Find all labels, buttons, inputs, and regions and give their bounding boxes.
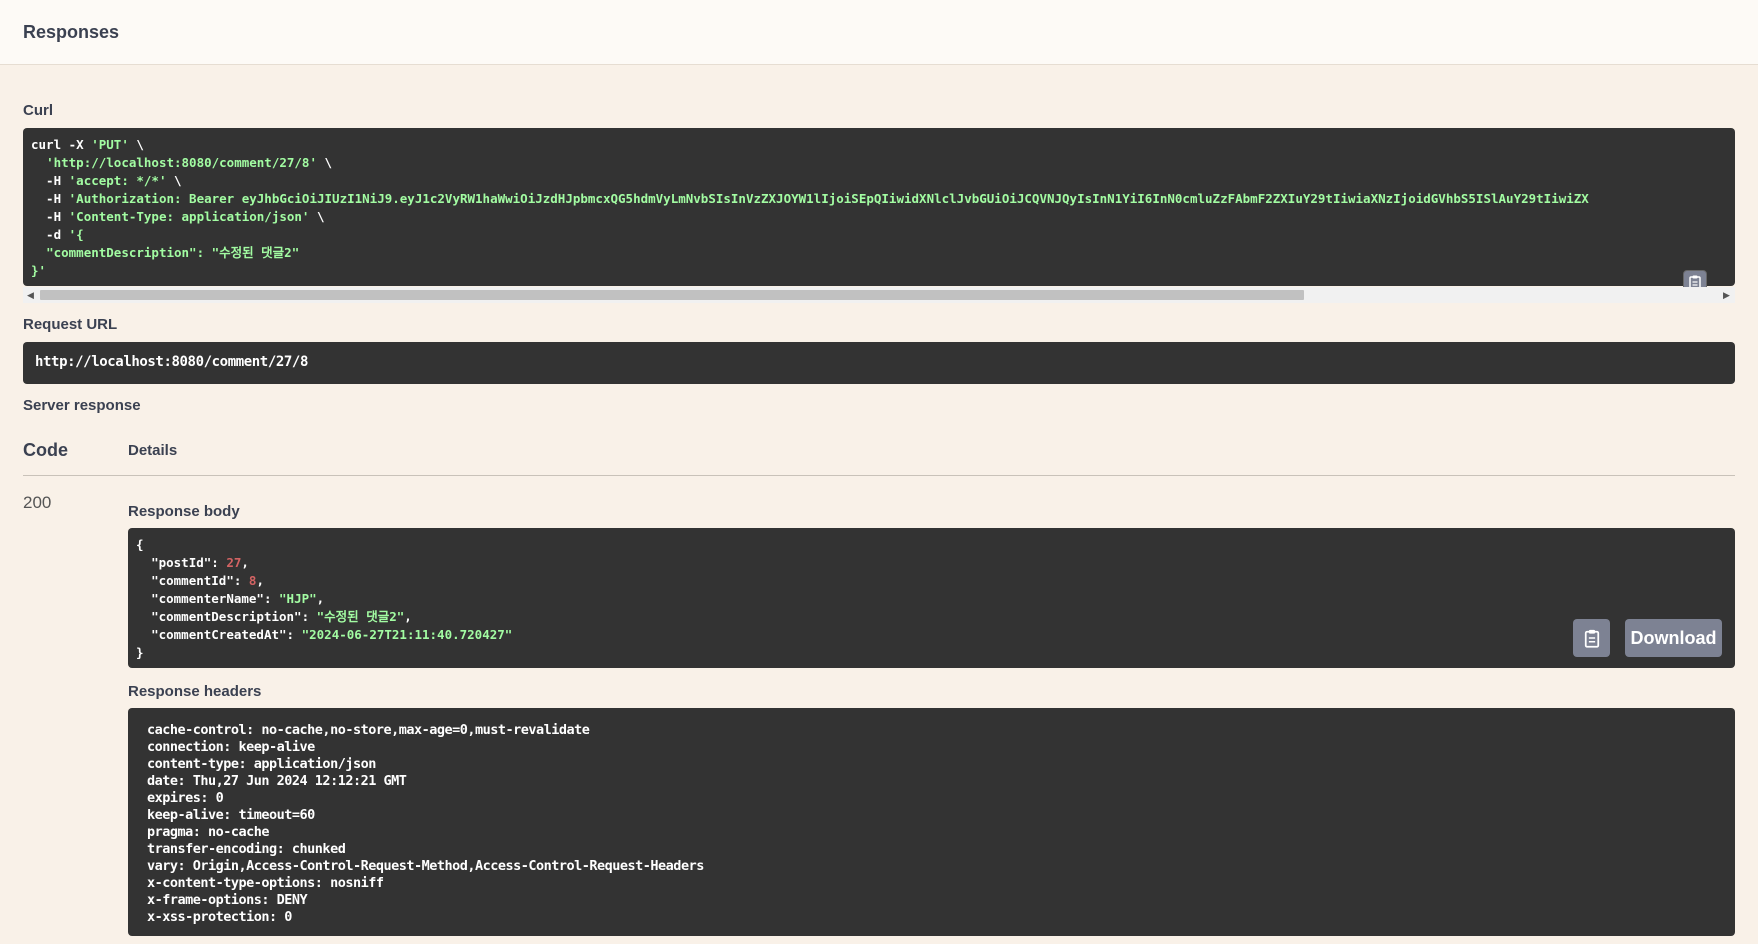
responses-title: Responses <box>23 22 120 42</box>
json-colon: : <box>263 591 280 606</box>
json-value: "HJP" <box>279 591 317 606</box>
json-comma: , <box>241 555 249 570</box>
response-body-label: Response body <box>128 503 240 520</box>
json-field: "commenterName": "HJP", <box>136 590 1727 608</box>
json-colon: : <box>211 555 227 570</box>
curl-line: -H 'Authorization: Bearer eyJhbGciOiJIUz… <box>31 190 1727 208</box>
response-header-line: content-type: application/json <box>147 756 376 772</box>
curl-line: -H 'accept: */*' \ <box>31 172 1727 190</box>
json-comma: , <box>316 591 325 606</box>
json-field: "commentCreatedAt": "2024-06-27T21:11:40… <box>136 626 1727 644</box>
curl-token: -H <box>31 191 69 206</box>
curl-code-block[interactable]: curl -X 'PUT' \ 'http://localhost:8080/c… <box>23 128 1735 286</box>
table-divider <box>23 475 1735 476</box>
json-comma: , <box>256 573 264 588</box>
scroll-right-arrow-icon[interactable]: ▶ <box>1723 289 1730 301</box>
curl-string: '{ <box>68 227 84 242</box>
curl-label: Curl <box>23 102 53 119</box>
response-header-line: pragma: no-cache <box>147 824 270 840</box>
response-header-line: x-xss-protection: 0 <box>147 909 292 925</box>
curl-string: "commentDescription": "수정된 댓글2" <box>46 245 300 260</box>
json-colon: : <box>233 573 249 588</box>
curl-string: }' <box>31 263 47 278</box>
json-key: "commentId" <box>151 573 234 588</box>
response-body-block[interactable]: { "postId": 27, "commentId": 8, "comment… <box>128 528 1735 668</box>
clipboard-icon <box>1584 629 1599 648</box>
curl-token: \ <box>166 173 182 188</box>
details-column-header: Details <box>128 442 178 459</box>
response-header-line: transfer-encoding: chunked <box>147 841 346 857</box>
json-value: "2024-06-27T21:11:40.720427" <box>301 627 513 642</box>
response-headers-label: Response headers <box>128 683 262 700</box>
response-status-code: 200 <box>23 493 52 512</box>
json-key: "commenterName" <box>151 591 264 606</box>
response-header-line: x-frame-options: DENY <box>147 892 308 908</box>
json-value: "수정된 댓글2" <box>316 609 405 624</box>
curl-string: 'Authorization: Bearer eyJhbGciOiJIUzI1N… <box>68 191 1589 206</box>
curl-token: -H <box>31 173 69 188</box>
curl-line: -d '{ <box>31 226 1727 244</box>
curl-token <box>31 155 46 170</box>
json-value: 27 <box>226 555 242 570</box>
json-key: "postId" <box>151 555 212 570</box>
response-header-line: cache-control: no-cache,no-store,max-age… <box>147 722 590 738</box>
curl-token: \ <box>317 155 333 170</box>
response-headers-block[interactable]: cache-control: no-cache,no-store,max-age… <box>128 708 1735 936</box>
response-header-line: vary: Origin,Access-Control-Request-Meth… <box>147 858 704 874</box>
curl-token: curl -X <box>31 137 92 152</box>
curl-string: 'http://localhost:8080/comment/27/8' <box>46 155 317 170</box>
scroll-left-arrow-icon[interactable]: ◀ <box>27 289 34 301</box>
download-button[interactable]: Download <box>1625 619 1722 657</box>
curl-token: -d <box>31 227 69 242</box>
json-key: "commentCreatedAt" <box>151 627 287 642</box>
json-brace: } <box>136 645 144 660</box>
json-field: "commentId": 8, <box>136 572 1727 590</box>
curl-line: curl -X 'PUT' \ <box>31 136 1727 154</box>
curl-string: 'Content-Type: application/json' <box>68 209 310 224</box>
json-field: "postId": 27, <box>136 554 1727 572</box>
request-url-label: Request URL <box>23 316 118 333</box>
curl-string: 'accept: */*' <box>68 173 167 188</box>
code-column-header: Code <box>23 440 68 460</box>
json-colon: : <box>301 609 317 624</box>
curl-string: 'PUT' <box>91 137 129 152</box>
curl-horizontal-scrollbar[interactable]: ◀ ▶ <box>23 287 1735 303</box>
response-header-line: x-content-type-options: nosniff <box>147 875 384 891</box>
json-brace: { <box>136 537 144 552</box>
response-header-line: keep-alive: timeout=60 <box>147 807 315 823</box>
copy-response-body-button[interactable] <box>1573 619 1610 657</box>
curl-line: }' <box>31 262 1727 280</box>
json-comma: , <box>404 609 412 624</box>
request-url-value[interactable]: http://localhost:8080/comment/27/8 <box>23 342 1735 384</box>
curl-token <box>31 245 46 260</box>
scrollbar-thumb[interactable] <box>40 290 1304 300</box>
curl-token: \ <box>309 209 325 224</box>
response-header-line: expires: 0 <box>147 790 224 806</box>
curl-line: 'http://localhost:8080/comment/27/8' \ <box>31 154 1727 172</box>
response-header-line: connection: keep-alive <box>147 739 315 755</box>
curl-token: \ <box>128 137 144 152</box>
json-key: "commentDescription" <box>151 609 302 624</box>
response-header-line: date: Thu,27 Jun 2024 12:12:21 GMT <box>147 773 407 789</box>
responses-header: Responses <box>0 0 1758 65</box>
curl-token: -H <box>31 209 69 224</box>
server-response-label: Server response <box>23 397 141 414</box>
curl-line: -H 'Content-Type: application/json' \ <box>31 208 1727 226</box>
json-colon: : <box>286 627 302 642</box>
curl-line: "commentDescription": "수정된 댓글2" <box>31 244 1727 262</box>
json-field: "commentDescription": "수정된 댓글2", <box>136 608 1727 626</box>
